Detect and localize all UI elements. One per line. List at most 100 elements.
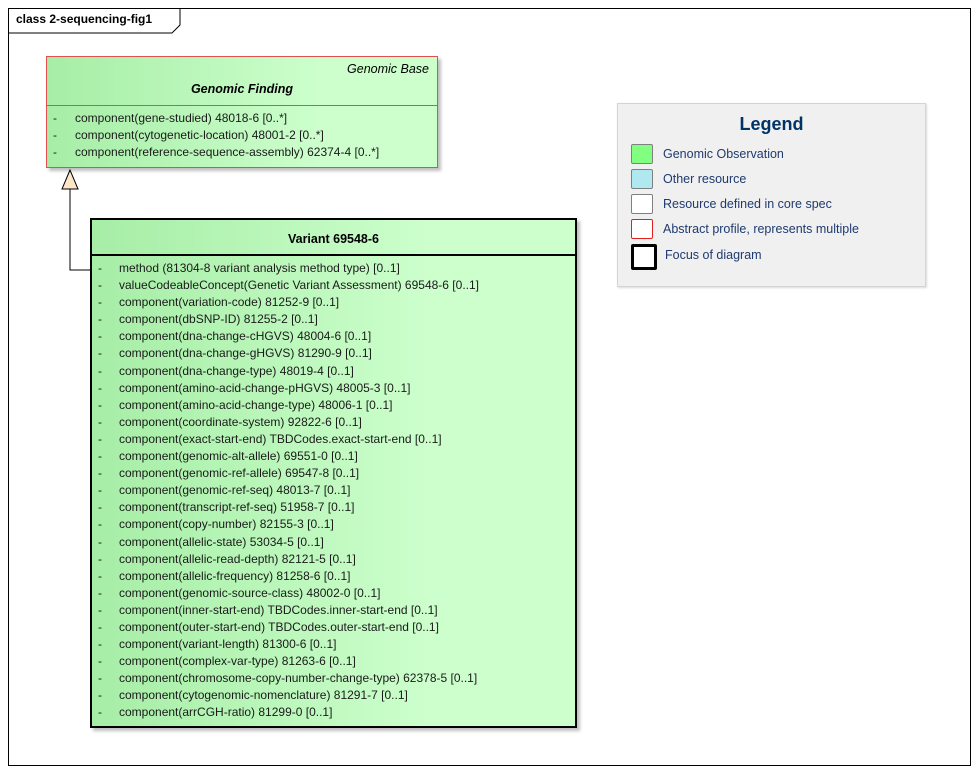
genomic-finding-attributes: - component(gene-studied) 48018-6 [0..*] -… xyxy=(47,111,437,162)
attribute-visibility: - xyxy=(98,654,102,669)
generalization-line xyxy=(69,189,90,271)
attribute-visibility: - xyxy=(98,414,102,429)
attribute-text: component(chromosome-copy-number-change-… xyxy=(119,671,478,686)
attribute-visibility: - xyxy=(98,449,102,464)
attribute-text: component(genomic-alt-allele) 69551-0 [0… xyxy=(119,449,358,464)
attribute-visibility: - xyxy=(98,363,102,378)
attribute-text: component(dna-change-type) 48019-4 [0..1… xyxy=(119,363,354,378)
attribute-text: component(dna-change-cHGVS) 48004-6 [0..… xyxy=(119,329,372,344)
attribute-visibility: - xyxy=(98,397,102,412)
attribute-text: component(cytogenomic-nomenclature) 8129… xyxy=(119,688,408,703)
attribute-text: component(variation-code) 81252-9 [0..1] xyxy=(119,295,340,310)
attribute-row: - component(genomic-ref-seq) 48013-7 [0..… xyxy=(92,483,575,500)
attribute-visibility: - xyxy=(98,705,102,720)
legend-swatch xyxy=(631,169,653,189)
variant-separator xyxy=(92,254,575,256)
attribute-row: - component(dna-change-cHGVS) 48004-6 [0.… xyxy=(92,329,575,346)
attribute-text: component(copy-number) 82155-3 [0..1] xyxy=(119,517,334,532)
legend-item-label: Other resource xyxy=(663,172,747,186)
attribute-visibility: - xyxy=(53,128,57,143)
attribute-text: component(inner-start-end) TBDCodes.inne… xyxy=(119,602,438,617)
attribute-text: component(genomic-ref-allele) 69547-8 [0… xyxy=(119,466,360,481)
attribute-row: - component(genomic-ref-allele) 69547-8 [… xyxy=(92,466,575,483)
attribute-row: - component(allelic-frequency) 81258-6 [0… xyxy=(92,569,575,586)
attribute-visibility: - xyxy=(53,111,57,125)
attribute-text: component(allelic-state) 53034-5 [0..1] xyxy=(119,534,324,549)
attribute-row: - component(allelic-read-depth) 82121-5 [… xyxy=(92,552,575,569)
attribute-row: - component(exact-start-end) TBDCodes.exa… xyxy=(92,432,575,449)
attribute-row: - component(transcript-ref-seq) 51958-7 [… xyxy=(92,500,575,517)
attribute-row: - component(allelic-state) 53034-5 [0..1] xyxy=(92,535,575,552)
attribute-row: - component(variant-length) 81300-6 [0..1… xyxy=(92,637,575,654)
attribute-text: component(dna-change-gHGVS) 81290-9 [0..… xyxy=(119,346,372,361)
attribute-text: component(cytogenetic-location) 48001-2 … xyxy=(75,128,324,143)
attribute-text: component(variant-length) 81300-6 [0..1] xyxy=(119,637,337,652)
attribute-visibility: - xyxy=(98,517,102,532)
attribute-visibility: - xyxy=(53,145,57,160)
attribute-visibility: - xyxy=(98,619,102,634)
legend-panel: Legend Genomic Observation Other resourc… xyxy=(617,103,926,287)
attribute-visibility: - xyxy=(98,602,102,617)
attribute-text: component(allelic-frequency) 81258-6 [0.… xyxy=(119,568,351,583)
legend-item-label: Genomic Observation xyxy=(663,147,784,161)
generalization-arrowhead xyxy=(61,168,79,190)
attribute-text: component(reference-sequence-assembly) 6… xyxy=(75,145,380,160)
attribute-visibility: - xyxy=(98,568,102,583)
attribute-text: component(amino-acid-change-pHGVS) 48005… xyxy=(119,380,411,395)
attribute-text: component(amino-acid-change-type) 48006-… xyxy=(119,397,393,412)
attribute-row: - component(outer-start-end) TBDCodes.out… xyxy=(92,620,575,637)
genomic-finding-stereotype: Genomic Base xyxy=(347,62,429,76)
attribute-visibility: - xyxy=(98,534,102,549)
genomic-finding-separator xyxy=(47,105,437,106)
legend-swatch xyxy=(631,219,653,239)
attribute-visibility: - xyxy=(98,688,102,703)
attribute-visibility: - xyxy=(98,551,102,566)
frame-label: class 2-sequencing-fig1 xyxy=(16,12,153,26)
variant-title: Variant 69548-6 xyxy=(287,232,380,246)
attribute-text: component(genomic-ref-seq) 48013-7 [0..1… xyxy=(119,483,351,498)
attribute-row: - component(genomic-alt-allele) 69551-0 [… xyxy=(92,449,575,466)
attribute-row: - component(chromosome-copy-number-change… xyxy=(92,671,575,688)
attribute-visibility: - xyxy=(98,483,102,498)
attribute-visibility: - xyxy=(98,500,102,515)
attribute-row: - component(arrCGH-ratio) 81299-0 [0..1] xyxy=(92,705,575,722)
attribute-row: - component(reference-sequence-assembly) … xyxy=(47,145,437,162)
attribute-row: - valueCodeableConcept(Genetic Variant As… xyxy=(92,278,575,295)
attribute-text: component(dbSNP-ID) 81255-2 [0..1] xyxy=(119,312,318,327)
legend-swatch xyxy=(631,144,653,164)
attribute-text: method (81304-8 variant analysis method … xyxy=(119,261,400,275)
attribute-text: component(coordinate-system) 92822-6 [0.… xyxy=(119,414,362,429)
legend-swatch xyxy=(631,194,653,214)
attribute-visibility: - xyxy=(98,278,102,293)
attribute-row: - component(complex-var-type) 81263-6 [0.… xyxy=(92,654,575,671)
attribute-text: component(exact-start-end) TBDCodes.exac… xyxy=(119,431,442,446)
attribute-visibility: - xyxy=(98,295,102,310)
attribute-row: - component(cytogenetic-location) 48001-2… xyxy=(47,128,437,145)
legend-item-label: Resource defined in core spec xyxy=(663,197,832,211)
attribute-text: valueCodeableConcept(Genetic Variant Ass… xyxy=(119,278,479,293)
legend-title: Legend xyxy=(739,114,804,134)
attribute-row: - component(cytogenomic-nomenclature) 812… xyxy=(92,688,575,705)
attribute-visibility: - xyxy=(98,346,102,361)
attribute-visibility: - xyxy=(98,329,102,344)
genomic-finding-title: Genomic Finding xyxy=(190,82,294,96)
attribute-visibility: - xyxy=(98,312,102,327)
attribute-row: - method (81304-8 variant analysis method… xyxy=(92,261,575,278)
variant-class[interactable]: Variant 69548-6 - method (81304-8 variant… xyxy=(90,218,577,728)
attribute-row: - component(copy-number) 82155-3 [0..1] xyxy=(92,517,575,534)
attribute-row: - component(amino-acid-change-type) 48006… xyxy=(92,398,575,415)
attribute-text: component(arrCGH-ratio) 81299-0 [0..1] xyxy=(119,705,333,720)
attribute-row: - component(dna-change-type) 48019-4 [0..… xyxy=(92,364,575,381)
attribute-text: component(genomic-source-class) 48002-0 … xyxy=(119,585,381,600)
genomic-finding-class[interactable]: Genomic Base Genomic Finding - component(… xyxy=(46,56,438,168)
attribute-text: component(allelic-read-depth) 82121-5 [0… xyxy=(119,551,356,566)
attribute-row: - component(gene-studied) 48018-6 [0..*] xyxy=(47,111,437,128)
attribute-row: - component(genomic-source-class) 48002-0… xyxy=(92,586,575,603)
attribute-row: - component(inner-start-end) TBDCodes.inn… xyxy=(92,603,575,620)
legend-swatch xyxy=(631,244,657,270)
attribute-text: component(gene-studied) 48018-6 [0..*] xyxy=(75,111,288,125)
attribute-visibility: - xyxy=(98,431,102,446)
attribute-visibility: - xyxy=(98,466,102,481)
legend-item-label: Focus of diagram xyxy=(665,248,762,262)
attribute-visibility: - xyxy=(98,585,102,600)
